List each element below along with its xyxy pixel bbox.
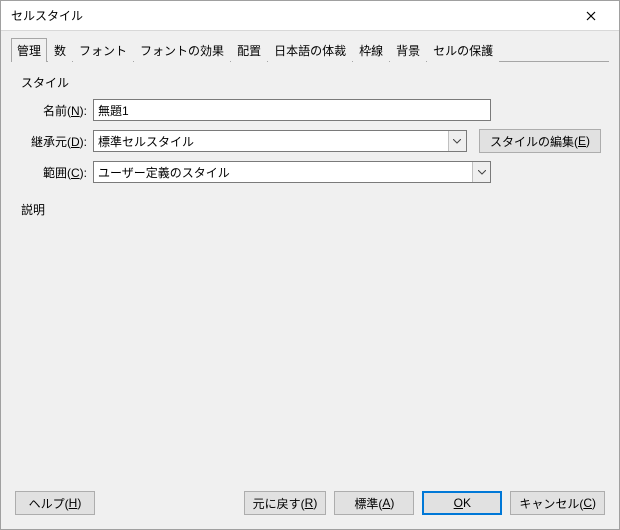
- ok-button[interactable]: OK: [422, 491, 502, 515]
- dialog-window: セルスタイル 管理 数 フォント フォントの効果 配置 日本語の体裁 枠線 背景…: [0, 0, 620, 530]
- tab-cell-protection[interactable]: セルの保護: [427, 38, 499, 62]
- chevron-down-icon: [478, 170, 486, 175]
- edit-style-button[interactable]: スタイルの編集(E): [479, 129, 601, 153]
- inherit-combo-button[interactable]: [448, 131, 466, 151]
- tab-font-effects[interactable]: フォントの効果: [134, 38, 230, 62]
- tab-background[interactable]: 背景: [390, 38, 426, 62]
- titlebar-title: セルスタイル: [11, 7, 571, 24]
- cancel-button[interactable]: キャンセル(C): [510, 491, 605, 515]
- tab-organizer[interactable]: 管理: [11, 38, 47, 62]
- reset-button[interactable]: 元に戻す(R): [244, 491, 327, 515]
- dialog-footer: ヘルプ(H) 元に戻す(R) 標準(A) OK キャンセル(C): [1, 481, 619, 529]
- section-style-label: スタイル: [21, 74, 601, 91]
- help-button[interactable]: ヘルプ(H): [15, 491, 95, 515]
- titlebar: セルスタイル: [1, 1, 619, 31]
- name-input[interactable]: [93, 99, 491, 121]
- category-combo[interactable]: ユーザー定義のスタイル: [93, 161, 491, 183]
- label-name: 名前(N):: [19, 102, 93, 119]
- close-button[interactable]: [571, 2, 611, 30]
- tab-font[interactable]: フォント: [73, 38, 133, 62]
- row-name: 名前(N):: [19, 99, 601, 121]
- close-icon: [586, 11, 596, 21]
- category-combo-button[interactable]: [472, 162, 490, 182]
- inherit-combo[interactable]: 標準セルスタイル: [93, 130, 467, 152]
- standard-button[interactable]: 標準(A): [334, 491, 414, 515]
- inherit-combo-value: 標準セルスタイル: [94, 133, 448, 150]
- chevron-down-icon: [453, 139, 461, 144]
- tab-numbers[interactable]: 数: [48, 38, 72, 62]
- tab-alignment[interactable]: 配置: [231, 38, 267, 62]
- row-category: 範囲(C): ユーザー定義のスタイル: [19, 161, 601, 183]
- section-description-label: 説明: [21, 201, 601, 218]
- label-inherit: 継承元(D):: [19, 133, 93, 150]
- tab-borders[interactable]: 枠線: [353, 38, 389, 62]
- row-inherit: 継承元(D): 標準セルスタイル スタイルの編集(E): [19, 129, 601, 153]
- tab-asian-typography[interactable]: 日本語の体裁: [268, 38, 352, 62]
- tab-strip: 管理 数 フォント フォントの効果 配置 日本語の体裁 枠線 背景 セルの保護: [1, 31, 619, 61]
- content-area: スタイル 名前(N): 継承元(D): 標準セルスタイル スタイルの編集(E) …: [11, 61, 609, 481]
- category-combo-value: ユーザー定義のスタイル: [94, 164, 472, 181]
- label-category: 範囲(C):: [19, 164, 93, 181]
